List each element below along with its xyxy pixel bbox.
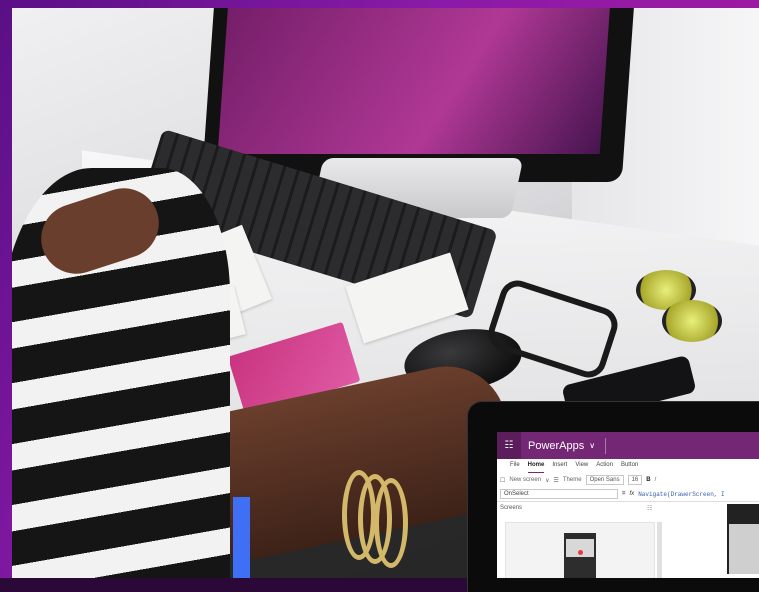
desktop-monitor — [201, 8, 635, 182]
screen-preview — [564, 533, 596, 578]
tab-home[interactable]: Home — [527, 462, 545, 473]
font-size-dropdown[interactable]: 16 — [627, 475, 643, 485]
header-divider — [605, 437, 607, 454]
bold-button[interactable]: B — [646, 477, 650, 483]
property-dropdown[interactable]: OnSelect — [500, 489, 618, 499]
fx-icon[interactable]: fx — [630, 491, 635, 497]
tab-file[interactable]: File — [510, 462, 520, 473]
ribbon-toolbar: ☐ New screen ∨ ☰ Theme Open Sans 16 B / — [497, 473, 759, 487]
chevron-down-icon[interactable]: ∨ — [545, 477, 549, 484]
app-name: PowerApps — [528, 439, 585, 452]
tab-insert[interactable]: Insert — [552, 462, 567, 473]
formula-bar: OnSelect = fx Navigate(DrawerScreen, I — [497, 487, 759, 501]
tab-button[interactable]: Button — [621, 462, 638, 473]
new-screen-button[interactable]: New screen — [509, 477, 541, 483]
tab-view[interactable]: View — [575, 462, 588, 473]
screen-thumbnail[interactable] — [505, 522, 655, 578]
formula-input[interactable]: Navigate(DrawerScreen, I — [638, 491, 724, 498]
scrollbar[interactable] — [657, 522, 662, 578]
font-dropdown[interactable]: Open Sans — [585, 475, 624, 485]
chevron-down-icon[interactable]: ∨ — [589, 441, 595, 450]
ribbon-tabs: File Home Insert View Action Button — [497, 459, 759, 473]
italic-button[interactable]: / — [655, 477, 657, 483]
grid-view-icon[interactable]: ☷ — [647, 505, 652, 512]
gold-bracelet — [374, 478, 408, 568]
equals-sign: = — [622, 491, 626, 497]
themes-button[interactable]: Theme — [563, 477, 582, 483]
canvas-map — [729, 524, 759, 574]
monitor-screen — [217, 8, 610, 154]
powerapps-window: ☷ PowerApps ∨ File Home Insert View Acti… — [497, 432, 759, 578]
editor-panes: Screens ☷ — [497, 501, 759, 578]
screens-panel-label: Screens — [500, 505, 523, 511]
app-launcher-icon[interactable]: ☷ — [497, 432, 521, 459]
tab-action[interactable]: Action — [596, 462, 613, 473]
app-header: ☷ PowerApps ∨ — [497, 432, 759, 459]
blue-accent-bar — [233, 497, 250, 578]
new-screen-icon[interactable]: ☐ — [500, 477, 505, 484]
map-preview — [566, 539, 594, 557]
map-pin-icon — [578, 550, 583, 555]
theme-icon[interactable]: ☰ — [553, 477, 558, 484]
sunglasses-lens — [662, 300, 722, 342]
